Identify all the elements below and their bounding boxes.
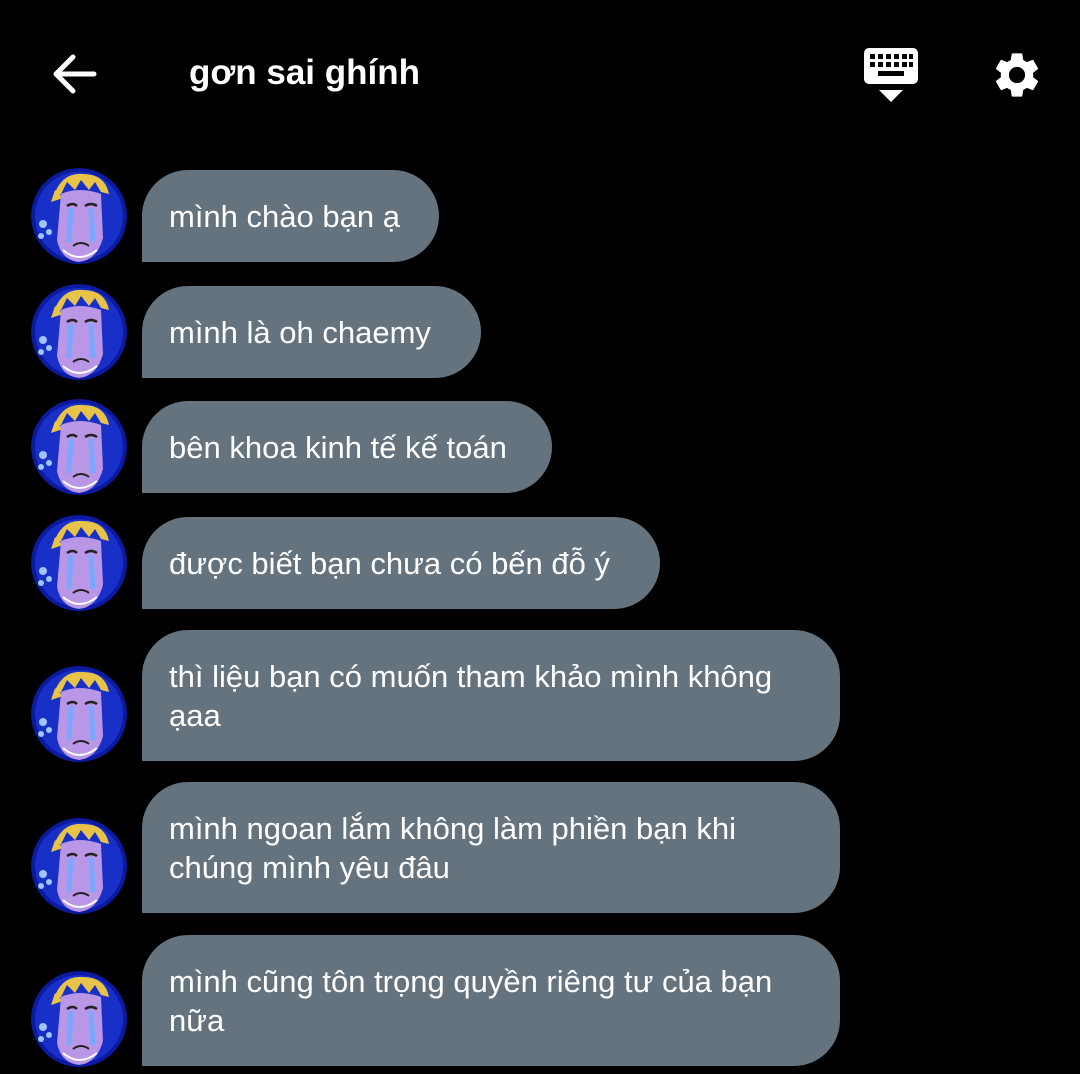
message-text: mình ngoan lắm không làm phiền bạn khi c… xyxy=(169,810,736,885)
message-text: bên khoa kinh tế kế toán xyxy=(169,429,507,465)
message-text: thì liệu bạn có muốn tham khảo mình khôn… xyxy=(169,658,773,733)
avatar[interactable] xyxy=(31,971,127,1067)
avatar[interactable] xyxy=(31,666,127,762)
message-text: được biết bạn chưa có bến đỗ ý xyxy=(169,545,610,581)
message-bubble[interactable]: mình là oh chaemy xyxy=(142,286,481,378)
avatar[interactable] xyxy=(31,818,127,914)
message-list: mình chào bạn ạ mình là oh chaemy bên kh… xyxy=(0,0,1080,1074)
message-bubble[interactable]: mình cũng tôn trọng quyền riêng tư của b… xyxy=(142,935,840,1066)
message-bubble[interactable]: được biết bạn chưa có bến đỗ ý xyxy=(142,517,660,609)
avatar[interactable] xyxy=(31,399,127,495)
message-bubble[interactable]: thì liệu bạn có muốn tham khảo mình khôn… xyxy=(142,630,840,761)
message-row: mình là oh chaemy xyxy=(0,286,1080,378)
message-row: mình ngoan lắm không làm phiền bạn khi c… xyxy=(0,782,1080,913)
message-row: được biết bạn chưa có bến đỗ ý xyxy=(0,517,1080,609)
message-bubble[interactable]: mình ngoan lắm không làm phiền bạn khi c… xyxy=(142,782,840,913)
message-text: mình cũng tôn trọng quyền riêng tư của b… xyxy=(169,963,773,1038)
avatar[interactable] xyxy=(31,515,127,611)
message-bubble[interactable]: bên khoa kinh tế kế toán xyxy=(142,401,552,493)
avatar[interactable] xyxy=(31,284,127,380)
message-text: mình chào bạn ạ xyxy=(169,198,400,234)
message-bubble[interactable]: mình chào bạn ạ xyxy=(142,170,439,262)
message-row: bên khoa kinh tế kế toán xyxy=(0,401,1080,493)
message-row: mình chào bạn ạ xyxy=(0,170,1080,262)
avatar[interactable] xyxy=(31,168,127,264)
message-row: mình cũng tôn trọng quyền riêng tư của b… xyxy=(0,935,1080,1066)
message-row: thì liệu bạn có muốn tham khảo mình khôn… xyxy=(0,630,1080,761)
message-text: mình là oh chaemy xyxy=(169,314,431,350)
